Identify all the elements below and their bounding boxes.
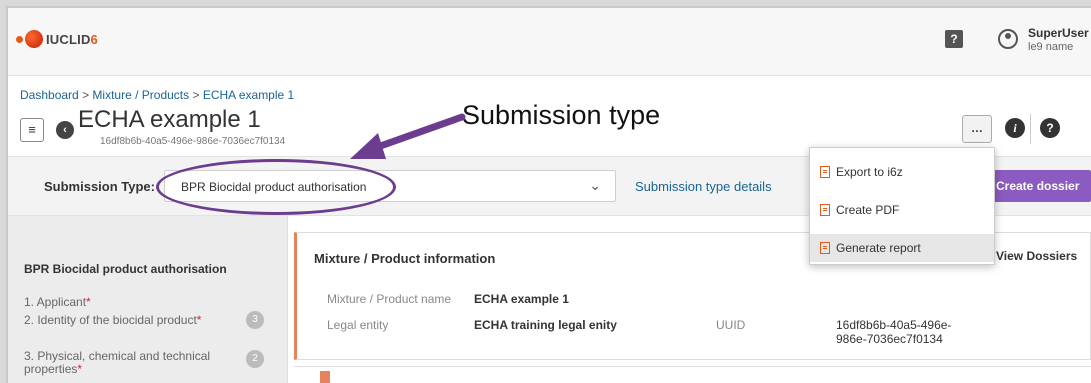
required-marker: *: [196, 313, 202, 327]
breadcrumb-separator: >: [192, 88, 200, 102]
back-arrow-icon[interactable]: ‹: [56, 121, 74, 139]
more-options-menu: Export to i6z Create PDF Generate report: [809, 147, 995, 265]
export-icon: [820, 166, 830, 178]
required-marker: *: [77, 362, 83, 376]
breadcrumb-dashboard[interactable]: Dashboard: [20, 88, 79, 102]
annotation-arrow: [350, 113, 466, 159]
breadcrumb-separator: >: [82, 88, 90, 102]
iuclid-logo[interactable]: IUCLID6: [16, 30, 98, 48]
user-avatar-icon[interactable]: [998, 29, 1018, 49]
logo-sphere-icon: [25, 30, 43, 48]
uuid-value-line-2: 986e-7036ec7f0134: [836, 332, 943, 346]
breadcrumb-current[interactable]: ECHA example 1: [203, 88, 294, 102]
pdf-icon: [820, 204, 830, 216]
submission-type-details-link[interactable]: Submission type details: [635, 179, 772, 194]
mixture-name-value: ECHA example 1: [474, 292, 569, 306]
user-name[interactable]: SuperUser: [1028, 26, 1089, 40]
create-dossier-label: Create dossier: [996, 179, 1080, 193]
menu-item-export-i6z[interactable]: Export to i6z: [810, 158, 994, 186]
logo-dot-icon: [16, 35, 23, 43]
report-icon: [820, 242, 830, 254]
logo-text: IUCLID6: [46, 31, 98, 47]
uuid-value-line-1: 16df8b6b-40a5-496e-: [836, 318, 952, 332]
annotation-label: Submission type: [462, 100, 661, 130]
annotation-ellipse: [156, 159, 396, 215]
sidebar-item-applicant[interactable]: 1. Applicant*: [24, 295, 91, 309]
sidebar-item-identity[interactable]: 2. Identity of the biocidal product*: [24, 313, 201, 327]
view-dossiers-link[interactable]: View Dossiers: [982, 249, 1077, 263]
mixture-name-label: Mixture / Product name: [327, 292, 452, 306]
help-question-icon[interactable]: ?: [1040, 118, 1060, 138]
sidebar-item-physical-chemical[interactable]: 3. Physical, chemical and technical prop…: [24, 350, 210, 376]
top-bar: [8, 8, 1091, 76]
submission-type-label: Submission Type:: [44, 179, 155, 194]
panel-marker-icon: [320, 371, 330, 383]
help-chat-icon[interactable]: ?: [945, 30, 963, 48]
toolbar-divider: [1030, 114, 1031, 144]
navigation-toggle-button[interactable]: ≡: [20, 118, 44, 142]
next-panel: [294, 366, 1091, 383]
uuid-label: UUID: [716, 318, 746, 332]
page-uuid: 16df8b6b-40a5-496e-986e-7036ec7f0134: [100, 136, 286, 147]
page-title: ECHA example 1: [78, 106, 261, 133]
legal-entity-label: Legal entity: [327, 318, 389, 332]
create-dossier-button[interactable]: Create dossier: [988, 170, 1091, 202]
breadcrumb: Dashboard > Mixture / Products > ECHA ex…: [20, 88, 294, 102]
menu-item-create-pdf[interactable]: Create PDF: [810, 196, 994, 224]
more-options-button[interactable]: …: [962, 115, 992, 143]
menu-item-generate-report[interactable]: Generate report: [810, 234, 994, 262]
count-badge: 3: [246, 311, 264, 329]
info-icon[interactable]: i: [1005, 118, 1025, 138]
count-badge: 2: [246, 350, 264, 368]
panel-title: Mixture / Product information: [314, 251, 496, 266]
sidebar-heading: BPR Biocidal product authorisation: [24, 262, 227, 276]
user-organization: le9 name: [1028, 41, 1074, 53]
breadcrumb-mixtures[interactable]: Mixture / Products: [92, 88, 189, 102]
required-marker: *: [86, 295, 91, 309]
legal-entity-value[interactable]: ECHA training legal enity: [474, 318, 617, 332]
chevron-down-icon: ⌄: [589, 177, 601, 193]
